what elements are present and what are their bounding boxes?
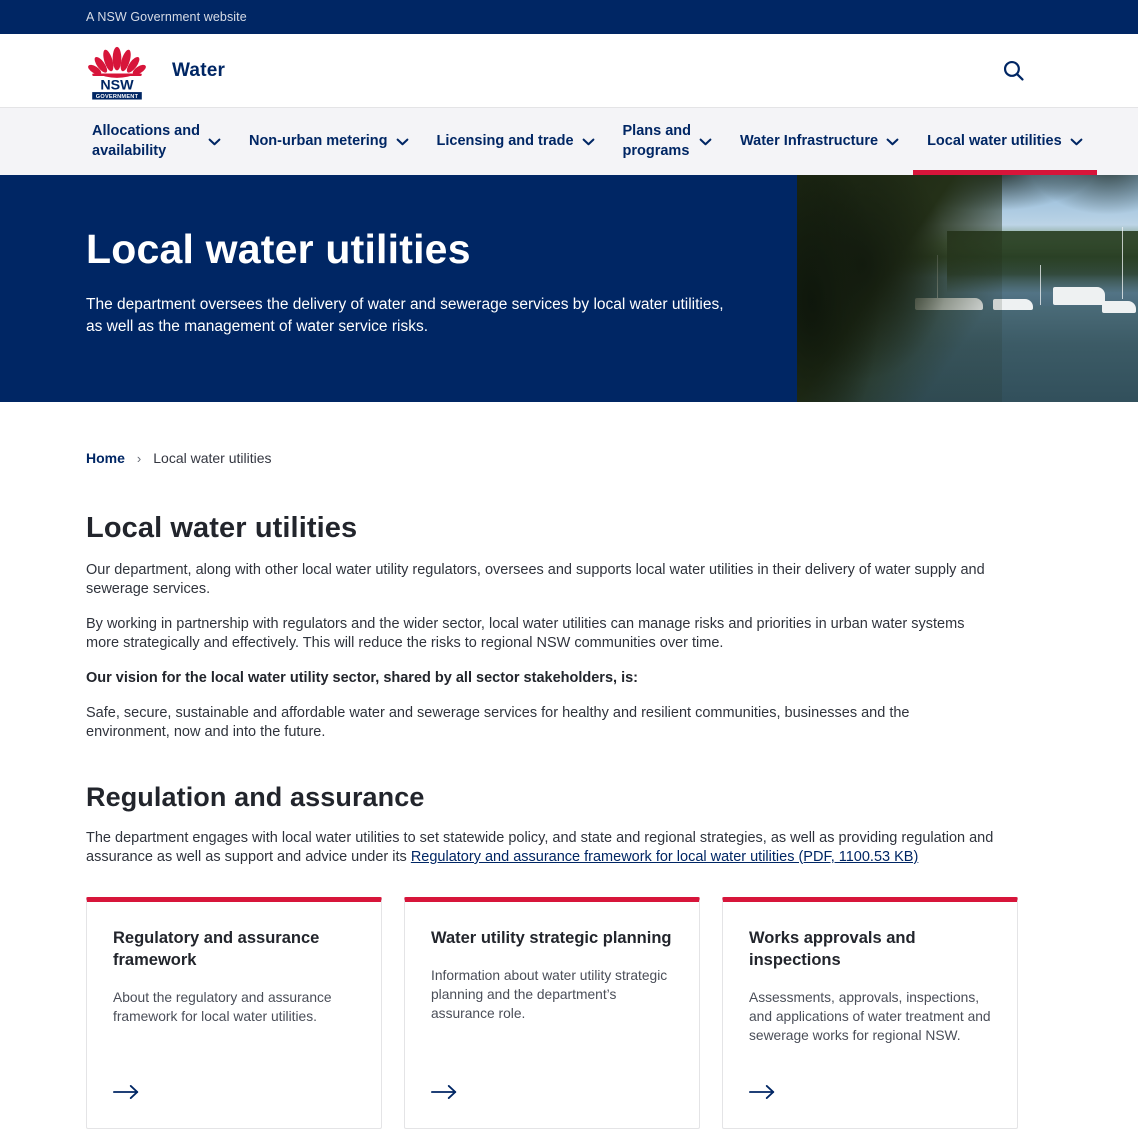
svg-text:GOVERNMENT: GOVERNMENT	[96, 93, 139, 99]
nav-item-label: Local water utilities	[927, 132, 1062, 149]
site-title: Water	[172, 59, 226, 81]
nsw-waratah-logo-icon: NSW GOVERNMENT	[88, 46, 146, 99]
nav-item-plans-and-programs[interactable]: Plans and programs	[609, 108, 727, 175]
breadcrumb-separator-icon: ›	[136, 450, 142, 466]
nav-item-water-infrastructure[interactable]: Water Infrastructure	[726, 108, 913, 175]
section-intro-paragraph: The department engages with local water …	[86, 829, 996, 867]
nav-item-label: Allocations and availability	[92, 123, 200, 159]
arrow-right-icon	[749, 1084, 775, 1099]
hero-copy: Local water utilities The department ove…	[86, 226, 726, 338]
card-title: Water utility strategic planning	[431, 928, 672, 947]
chevron-down-icon	[1070, 138, 1083, 145]
hero-image	[797, 175, 1138, 402]
card-title: Regulatory and assurance framework	[113, 928, 320, 969]
regulatory-framework-pdf-link[interactable]: Regulatory and assurance framework for l…	[411, 849, 918, 865]
nav-item-label: Plans and programs	[622, 123, 692, 159]
government-website-label: A NSW Government website	[86, 10, 247, 24]
intro-paragraph-1: Our department, along with other local w…	[86, 562, 985, 597]
card-description: About the regulatory and assurance frame…	[113, 989, 332, 1024]
chevron-down-icon	[582, 138, 594, 145]
card-description: Assessments, approvals, inspections, and…	[749, 989, 991, 1043]
nav-item-label: Licensing and trade	[436, 132, 574, 149]
boat	[1102, 301, 1136, 313]
page-title: Local water utilities	[86, 512, 358, 544]
arrow-right-icon	[113, 1084, 139, 1099]
masthead: NSW GOVERNMENT Water	[0, 34, 1138, 108]
card-regulatory-and-assurance-framework[interactable]: Regulatory and assurance framework About…	[86, 896, 382, 1129]
hero-subtitle: The department oversees the delivery of …	[86, 296, 724, 336]
hero-banner: Local water utilities The department ove…	[0, 175, 1138, 402]
nav-item-label: Non-urban metering	[248, 132, 388, 149]
breadcrumb-home-link[interactable]: Home	[86, 450, 125, 466]
card-grid: Regulatory and assurance framework About…	[86, 896, 1026, 1129]
card-description: Information about water utility strategi…	[431, 967, 668, 1021]
card-water-utility-strategic-planning[interactable]: Water utility strategic planning Informa…	[404, 896, 700, 1129]
svg-text:NSW: NSW	[100, 77, 134, 93]
search-icon	[1003, 60, 1024, 81]
nav-item-label: Water Infrastructure	[740, 132, 879, 149]
intro-paragraph-2: By working in partnership with regulator…	[86, 615, 965, 651]
chevron-down-icon	[699, 138, 712, 145]
vision-heading: Our vision for the local water utility s…	[86, 669, 638, 686]
nav-item-non-urban-metering[interactable]: Non-urban metering	[235, 108, 423, 175]
hero-title: Local water utilities	[86, 226, 471, 272]
breadcrumb-current-page: Local water utilities	[153, 450, 272, 466]
hero-foliage	[797, 175, 1002, 402]
nav-item-allocations-and-availability[interactable]: Allocations and availability	[78, 108, 235, 175]
chevron-down-icon	[886, 138, 899, 145]
main-navigation: Allocations and availability Non-urban m…	[0, 108, 1138, 175]
nav-item-local-water-utilities[interactable]: Local water utilities	[913, 108, 1097, 175]
chevron-down-icon	[208, 138, 221, 145]
top-utility-bar: A NSW Government website	[0, 0, 1138, 34]
nav-item-licensing-and-trade[interactable]: Licensing and trade	[423, 108, 609, 175]
nsw-government-logo-link[interactable]: NSW GOVERNMENT Water	[86, 40, 225, 102]
boat	[1053, 287, 1105, 305]
chevron-down-icon	[396, 138, 408, 145]
vision-text: Safe, secure, sustainable and affordable…	[86, 704, 910, 740]
breadcrumb: Home › Local water utilities	[86, 402, 1138, 466]
card-title: Works approvals and inspections	[749, 928, 916, 969]
section-title-regulation-and-assurance: Regulation and assurance	[86, 781, 425, 812]
arrow-right-icon	[431, 1084, 457, 1099]
search-button[interactable]	[996, 54, 1030, 88]
main-content: Local water utilities Our department, al…	[86, 466, 1026, 1129]
card-works-approvals-and-inspections[interactable]: Works approvals and inspections Assessme…	[722, 896, 1018, 1129]
